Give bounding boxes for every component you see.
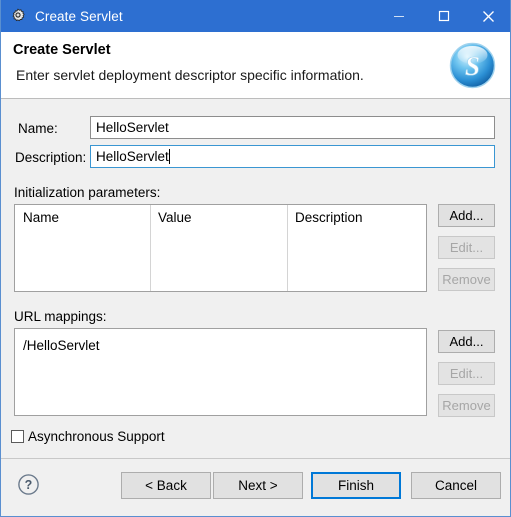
text-caret [168, 149, 170, 164]
svg-text:S: S [465, 51, 480, 81]
init-params-label: Initialization parameters: [14, 185, 161, 200]
page-description: Enter servlet deployment descriptor spec… [16, 67, 364, 83]
list-item[interactable]: /HelloServlet [15, 335, 426, 355]
title-bar: Create Servlet [1, 0, 510, 32]
name-label: Name: [18, 121, 58, 136]
column-divider [287, 205, 288, 291]
url-mappings-label: URL mappings: [14, 309, 107, 324]
init-params-table[interactable]: Name Value Description [14, 204, 427, 292]
description-input[interactable]: HelloServlet [90, 145, 495, 168]
async-support-label: Asynchronous Support [28, 429, 165, 444]
back-button[interactable]: < Back [121, 472, 211, 499]
description-label: Description: [15, 150, 87, 165]
svg-text:?: ? [25, 478, 33, 492]
description-input-value: HelloServlet [96, 149, 169, 164]
dialog-footer: ? < Back Next > Finish Cancel [1, 458, 510, 516]
cancel-button[interactable]: Cancel [411, 472, 501, 499]
init-params-edit-button: Edit... [438, 236, 495, 259]
close-button[interactable] [466, 0, 510, 32]
url-mappings-edit-button: Edit... [438, 362, 495, 385]
window-controls [376, 0, 510, 32]
init-params-remove-button: Remove [438, 268, 495, 291]
help-icon[interactable]: ? [17, 473, 40, 496]
checkbox-icon[interactable] [11, 430, 24, 443]
name-input-value: HelloServlet [96, 120, 169, 135]
maximize-button[interactable] [421, 0, 466, 32]
name-input[interactable]: HelloServlet [90, 116, 495, 139]
minimize-button[interactable] [376, 0, 421, 32]
column-header-description[interactable]: Description [287, 205, 426, 229]
window-title: Create Servlet [35, 8, 123, 24]
url-mappings-list[interactable]: /HelloServlet [14, 328, 427, 416]
url-mappings-remove-button: Remove [438, 394, 495, 417]
next-button[interactable]: Next > [213, 472, 303, 499]
init-params-header-row: Name Value Description [15, 205, 426, 229]
url-mappings-add-button[interactable]: Add... [438, 330, 495, 353]
column-divider [150, 205, 151, 291]
maximize-icon [438, 10, 449, 22]
servlet-gear-icon [10, 8, 26, 24]
create-servlet-dialog: Create Servlet Create Servlet Enter serv… [0, 0, 511, 517]
async-support-checkbox-row[interactable]: Asynchronous Support [11, 429, 165, 444]
init-params-add-button[interactable]: Add... [438, 204, 495, 227]
dialog-body: Name: HelloServlet Description: HelloSer… [1, 99, 510, 458]
column-header-name[interactable]: Name [15, 205, 150, 229]
minimize-icon [393, 16, 404, 17]
column-header-value[interactable]: Value [150, 205, 287, 229]
close-icon [483, 10, 494, 22]
spring-s-sphere-logo: S [448, 41, 497, 90]
page-title: Create Servlet [13, 42, 111, 58]
dialog-header: Create Servlet Enter servlet deployment … [1, 32, 510, 99]
finish-button[interactable]: Finish [311, 472, 401, 499]
